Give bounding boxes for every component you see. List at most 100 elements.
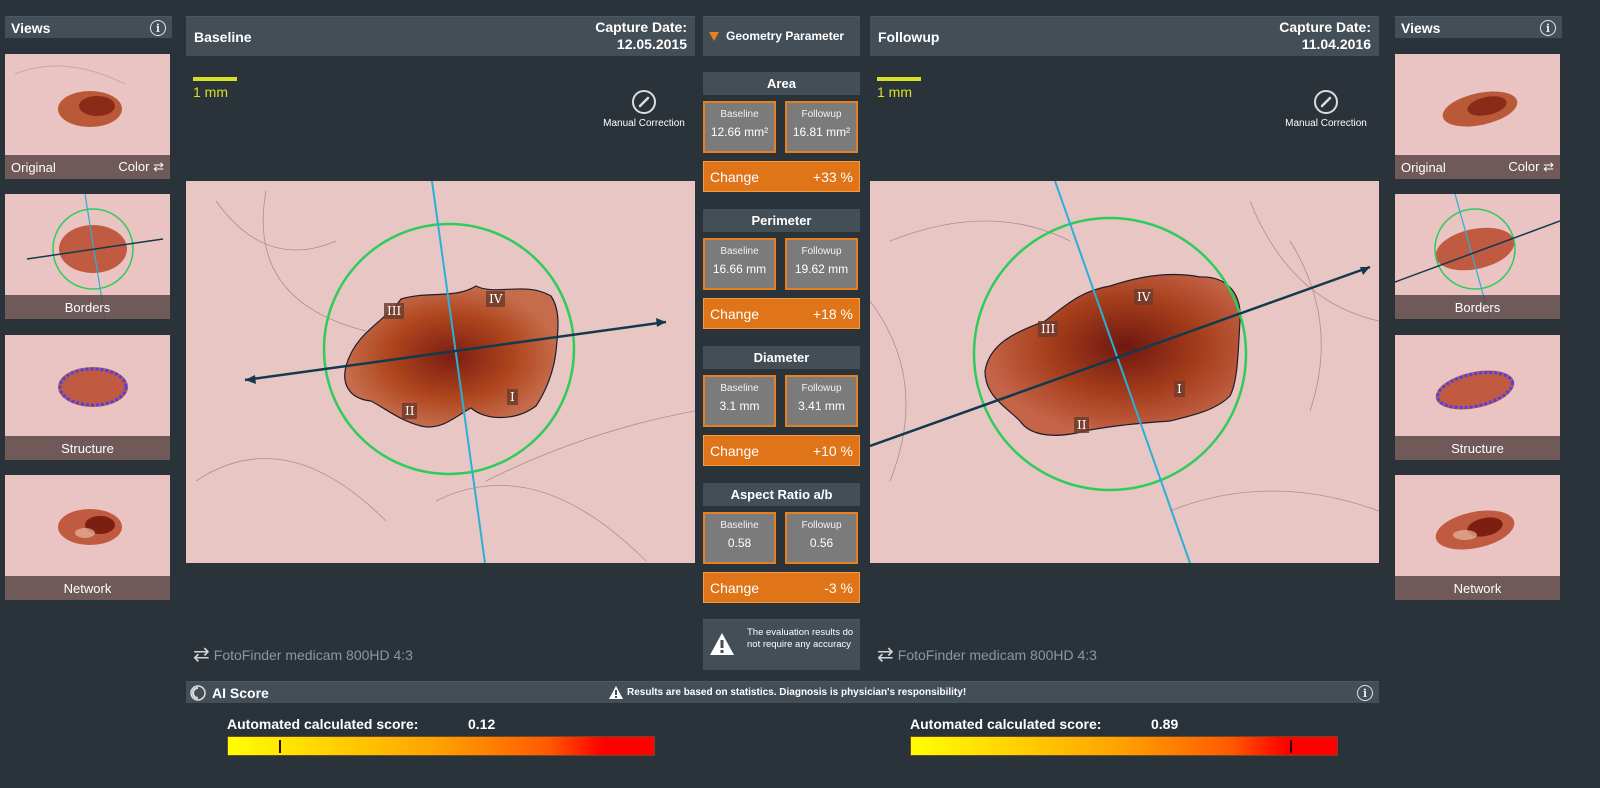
baseline-value: 16.66 mm [712,262,767,276]
region-label: III [384,303,405,319]
warning-icon [710,633,734,655]
triangle-down-icon [709,32,719,41]
info-icon[interactable]: i [1540,20,1556,36]
followup-title: Followup [878,29,940,45]
region-label: III [1038,321,1059,337]
followup-value-box: Followup 19.62 mm [785,238,858,290]
capture-date: 11.04.2016 [1301,36,1371,52]
param-title: Aspect Ratio a/b [703,483,860,506]
left-view-network[interactable]: Network [5,475,170,600]
info-icon[interactable]: i [150,20,166,36]
manual-correction-button[interactable]: Manual Correction [596,90,692,129]
baseline-camera[interactable]: ⇄ FotoFinder medicam 800HD 4:3 [193,642,413,667]
geometry-header[interactable]: Geometry Parameter [703,16,860,56]
followup-label: Followup [801,520,842,531]
refresh-icon: ⇄ [1543,159,1554,174]
change-value: -3 % [824,579,853,596]
thumb-label: Original Color ⇄ [5,155,170,179]
thumb-label: Borders [1395,295,1560,319]
warning-icon [609,686,623,699]
baseline-value-box: Baseline 16.66 mm [703,238,776,290]
followup-value: 3.41 mm [798,399,845,413]
capture-date: 12.05.2015 [616,36,687,52]
scale-bar [877,77,921,81]
thumb-label: Borders [5,295,170,319]
right-view-borders[interactable]: Borders [1395,194,1560,319]
thumb-label: Network [5,576,170,600]
ai-score-header: AI Score Results are based on statistics… [186,681,1379,703]
right-views-title: Views [1401,20,1441,36]
param-title: Perimeter [703,209,860,232]
right-view-original[interactable]: Original Color ⇄ [1395,54,1560,179]
followup-header: Followup Capture Date: 11.04.2016 [870,16,1379,56]
baseline-title: Baseline [194,29,252,45]
followup-image[interactable]: III IV II I [870,181,1379,563]
scale-label: 1 mm [193,84,228,100]
baseline-value: 3.1 mm [719,399,760,413]
manual-correction-button[interactable]: Manual Correction [1278,90,1374,129]
score-marker [1290,740,1293,753]
left-views-title: Views [11,20,51,36]
baseline-value-box: Baseline 0.58 [703,512,776,564]
followup-label: Followup [801,109,842,120]
followup-label: Followup [801,383,842,394]
change-value: +33 % [812,168,853,185]
followup-value-box: Followup 16.81 mm² [785,101,858,153]
region-label: II [402,403,418,419]
info-icon[interactable]: i [1357,685,1373,701]
left-view-original[interactable]: Original Color ⇄ [5,54,170,179]
baseline-header: Baseline Capture Date: 12.05.2015 [186,16,695,56]
thumb-label: Original Color ⇄ [1395,155,1560,179]
color-toggle[interactable]: Color ⇄ [1508,159,1554,175]
followup-score: Automated calculated score: 0.89 [910,716,1338,756]
region-label: I [507,389,518,405]
thumb-label: Network [1395,576,1560,600]
refresh-icon: ⇄ [877,644,894,666]
change-label: Change [710,579,760,596]
score-gradient-bar [910,736,1338,756]
baseline-label: Baseline [720,383,759,394]
change-label: Change [710,168,760,185]
refresh-icon: ⇄ [193,644,210,666]
ai-brain-icon [190,685,206,701]
followup-value: 0.56 [809,536,834,550]
color-toggle[interactable]: Color ⇄ [118,159,164,175]
thumb-label: Structure [1395,436,1560,460]
region-label: I [1174,381,1185,397]
refresh-icon: ⇄ [153,159,164,174]
change-value: +18 % [812,305,853,322]
followup-camera[interactable]: ⇄ FotoFinder medicam 800HD 4:3 [877,642,1097,667]
change-box: Change +10 % [703,435,860,466]
change-box: Change -3 % [703,572,860,603]
baseline-label: Baseline [720,109,759,120]
right-view-network[interactable]: Network [1395,475,1560,600]
change-box: Change +18 % [703,298,860,329]
ai-score-title: AI Score [212,685,269,701]
thumb-label: Structure [5,436,170,460]
param-title: Diameter [703,346,860,369]
region-label: II [1074,417,1090,433]
score-gradient-bar [227,736,655,756]
score-value: 0.89 [1151,716,1179,732]
right-view-structure[interactable]: Structure [1395,335,1560,460]
followup-lesion-overlay [870,181,1379,563]
score-label: Automated calculated score: [910,716,1102,732]
change-label: Change [710,442,760,459]
baseline-score: Automated calculated score: 0.12 [227,716,655,756]
baseline-image[interactable]: III IV II I [186,181,695,563]
scale-bar [193,77,237,81]
capture-date-label: Capture Date: [1279,19,1371,35]
left-view-borders[interactable]: Borders [5,194,170,319]
change-label: Change [710,305,760,322]
baseline-value-box: Baseline 12.66 mm² [703,101,776,153]
left-view-structure[interactable]: Structure [5,335,170,460]
scale-label: 1 mm [877,84,912,100]
ai-disclaimer: Results are based on statistics. Diagnos… [627,687,967,698]
baseline-value: 12.66 mm² [710,125,769,139]
right-views-header: Views i [1395,16,1562,38]
pencil-icon [1314,90,1338,114]
baseline-label: Baseline [720,246,759,257]
followup-value: 19.62 mm [794,262,849,276]
baseline-value: 0.58 [727,536,752,550]
param-title: Area [703,72,860,95]
